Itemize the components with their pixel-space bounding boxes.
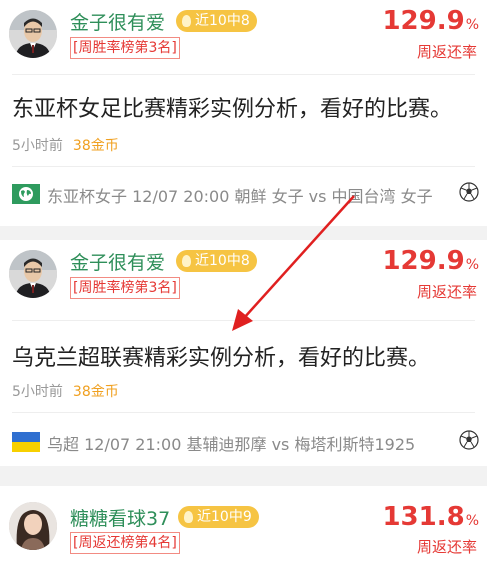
post-card[interactable]: 金子很有爱 近10中8 [周胜率榜第3名] 129.9% 周返还率 乌克兰超联赛… [0, 240, 487, 466]
return-rate-unit: % [465, 513, 479, 529]
fire-icon [182, 255, 191, 267]
return-rate-unit: % [465, 257, 479, 273]
divider [12, 412, 475, 413]
return-rate-value: 131.8 [382, 502, 465, 532]
divider [12, 320, 475, 321]
streak-badge-label: 近10中8 [195, 253, 250, 269]
soccer-ball-icon [459, 430, 479, 450]
woman-avatar-icon [9, 502, 57, 550]
return-rate-value: 129.9 [382, 246, 465, 276]
streak-badge-label: 近10中9 [197, 509, 252, 525]
post-time: 5小时前 [12, 138, 63, 154]
fire-icon [184, 511, 193, 523]
streak-badge-label: 近10中8 [195, 13, 250, 29]
ukraine-flag-icon [12, 432, 40, 452]
streak-badge: 近10中8 [176, 10, 257, 32]
streak-badge: 近10中9 [178, 506, 259, 528]
divider [12, 166, 475, 167]
match-text: 乌超 12/07 21:00 基辅迪那摩 vs 梅塔利斯特1925 [47, 435, 416, 454]
author-avatar[interactable] [9, 250, 57, 298]
match-info[interactable]: 乌超 12/07 21:00 基辅迪那摩 vs 梅塔利斯特1925 [12, 428, 479, 456]
post-time: 5小时前 [12, 384, 63, 400]
man-avatar-icon [9, 10, 57, 58]
post-price: 38金币 [72, 138, 119, 154]
fire-icon [182, 15, 191, 27]
author-name[interactable]: 金子很有爱 [70, 248, 165, 275]
return-rate-label: 周返还率 [416, 283, 477, 301]
rank-tag: [周胜率榜第3名] [70, 37, 180, 59]
soccer-ball-icon [459, 182, 479, 202]
author-avatar[interactable] [9, 10, 57, 58]
author-avatar[interactable] [9, 502, 57, 550]
author-name[interactable]: 金子很有爱 [70, 8, 165, 35]
match-text: 东亚杯女子 12/07 20:00 朝鲜 女子 vs 中国台湾 女子 [47, 187, 433, 206]
post-title[interactable]: 乌克兰超联赛精彩实例分析，看好的比赛。 [12, 340, 478, 372]
return-rate-label: 周返还率 [416, 43, 477, 61]
rank-tag: [周返还榜第4名] [70, 532, 180, 554]
author-name[interactable]: 糖糖看球37 [70, 504, 170, 531]
return-rate: 131.8% [382, 502, 479, 532]
globe-flag-icon [12, 184, 40, 204]
man-avatar-icon [9, 250, 57, 298]
return-rate: 129.9% [382, 246, 479, 276]
post-title[interactable]: 东亚杯女足比赛精彩实例分析，看好的比赛。 [12, 91, 478, 123]
post-card[interactable]: 金子很有爱 近10中8 [周胜率榜第3名] 129.9% 周返还率 东亚杯女足比… [0, 0, 487, 226]
match-info[interactable]: 东亚杯女子 12/07 20:00 朝鲜 女子 vs 中国台湾 女子 [12, 180, 479, 208]
streak-badge: 近10中8 [176, 250, 257, 272]
return-rate: 129.9% [382, 6, 479, 36]
return-rate-label: 周返还率 [416, 538, 477, 556]
post-price: 38金币 [72, 384, 119, 400]
rank-tag: [周胜率榜第3名] [70, 277, 180, 299]
post-card[interactable]: 糖糖看球37 近10中9 [周返还榜第4名] 131.8% 周返还率 [0, 486, 487, 565]
post-meta: 5小时前 38金币 [12, 381, 119, 401]
post-meta: 5小时前 38金币 [12, 135, 119, 155]
divider [12, 74, 475, 75]
return-rate-unit: % [465, 17, 479, 33]
return-rate-value: 129.9 [382, 6, 465, 36]
